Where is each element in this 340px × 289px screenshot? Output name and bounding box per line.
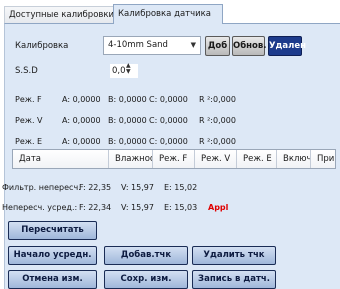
- filtered-f: F: 22,35: [79, 183, 112, 192]
- averaged-f: F: 22,34: [79, 203, 112, 212]
- mode-name: Реж. E: [15, 137, 43, 146]
- ssd-label: S.S.D: [15, 66, 38, 76]
- spinner-arrows-icon[interactable]: ▲ ▼: [126, 63, 131, 75]
- column-date[interactable]: Дата: [13, 150, 109, 168]
- coef-a: A: 0,0000: [62, 137, 101, 146]
- chevron-down-icon[interactable]: ▼: [191, 37, 196, 54]
- column-mode-v[interactable]: Реж. V: [195, 150, 237, 168]
- write-to-sensor-button[interactable]: Запись в датч.: [192, 270, 276, 289]
- coef-a: A: 0,0000: [62, 95, 101, 104]
- filtered-v: V: 15,97: [121, 183, 154, 192]
- calibration-select-value: 4-10mm Sand: [108, 40, 168, 50]
- coef-c: C: 0,0000: [149, 137, 188, 146]
- filtered-e: E: 15,02: [164, 183, 198, 192]
- mode-name: Реж. F: [15, 95, 42, 104]
- refresh-button[interactable]: Обнов.: [232, 36, 266, 56]
- calibration-label: Калибровка: [15, 41, 69, 51]
- coef-c: C: 0,0000: [149, 116, 188, 125]
- tab-sensor-calibration[interactable]: Калибровка датчика: [113, 4, 223, 24]
- tab-available-calibrations[interactable]: Доступные калибровки: [4, 6, 114, 23]
- mode-row-v: Реж. V A: 0,0000 B: 0,0000 C: 0,0000 R ²…: [5, 116, 335, 126]
- coef-a: A: 0,0000: [62, 116, 101, 125]
- coef-r2: R ²:0,000: [199, 137, 236, 146]
- coef-b: B: 0,0000: [108, 137, 147, 146]
- tab-bar: Доступные калибровки Калибровка датчика: [0, 0, 340, 24]
- delete-calibration-button[interactable]: Удален: [268, 36, 306, 56]
- mode-row-e: Реж. E A: 0,0000 B: 0,0000 C: 0,0000 R ²…: [5, 137, 335, 147]
- save-changes-button[interactable]: Сохр. изм.: [104, 270, 188, 289]
- averaged-e: E: 15,03: [164, 203, 198, 212]
- coef-c: C: 0,0000: [149, 95, 188, 104]
- averaged-label: Непересч. усред.:: [2, 203, 78, 212]
- cancel-changes-button[interactable]: Отмена изм.: [8, 270, 97, 289]
- mode-name: Реж. V: [15, 116, 43, 125]
- filtered-label: Фильтр. непересч.: [2, 183, 81, 192]
- mode-row-f: Реж. F A: 0,0000 B: 0,0000 C: 0,0000 R ²…: [5, 95, 335, 105]
- start-averaging-button[interactable]: Начало усредн.: [8, 246, 97, 265]
- averaged-values: Непересч. усред.: F: 22,34 V: 15,97 E: 1…: [0, 203, 340, 213]
- ssd-spinner[interactable]: 0,0 ▲ ▼: [110, 63, 138, 78]
- column-enabled[interactable]: Включ.: [277, 150, 311, 168]
- filtered-values: Фильтр. непересч. F: 22,35 V: 15,97 E: 1…: [0, 183, 340, 193]
- calibration-select[interactable]: 4-10mm Sand ▼: [103, 36, 201, 55]
- recalculate-button[interactable]: Пересчитать: [8, 221, 97, 240]
- add-calibration-button[interactable]: Доб: [205, 36, 230, 56]
- coef-r2: R ²:0,000: [199, 95, 236, 104]
- apply-indicator: Appl: [208, 203, 229, 212]
- add-point-button[interactable]: Добав.тчк: [104, 246, 188, 265]
- calibration-points-table[interactable]: Дата Влажнос Реж. F Реж. V Реж. E Включ.…: [12, 149, 336, 169]
- coef-r2: R ²:0,000: [199, 116, 236, 125]
- column-mode-f[interactable]: Реж. F: [153, 150, 195, 168]
- delete-point-button[interactable]: Удалить тчк: [192, 246, 276, 265]
- column-note[interactable]: Прим: [311, 150, 335, 168]
- coef-b: B: 0,0000: [108, 95, 147, 104]
- column-mode-e[interactable]: Реж. E: [237, 150, 277, 168]
- column-moisture[interactable]: Влажнос: [109, 150, 153, 168]
- averaged-v: V: 15,97: [121, 203, 154, 212]
- coef-b: B: 0,0000: [108, 116, 147, 125]
- ssd-value: 0,0: [112, 66, 126, 76]
